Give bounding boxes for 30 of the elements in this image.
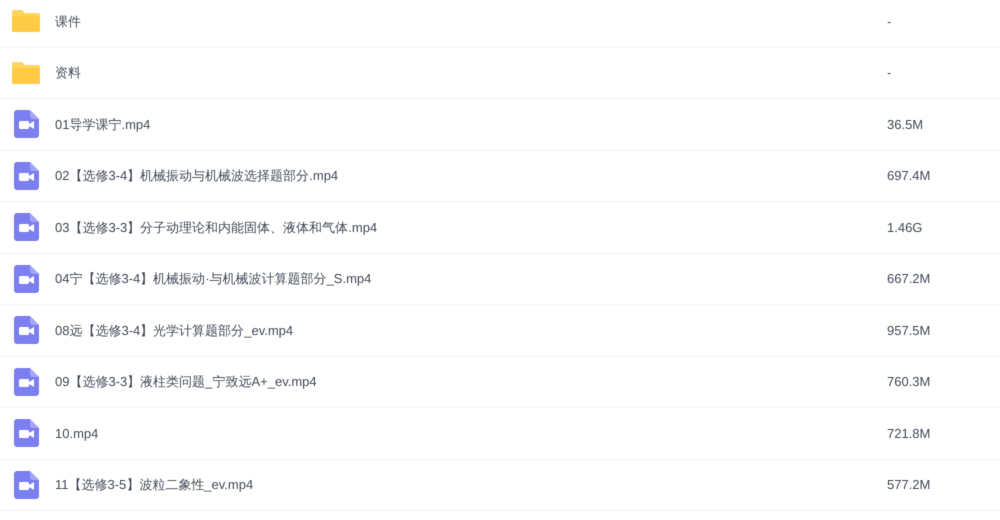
file-size: - bbox=[887, 64, 892, 82]
file-size: 721.8M bbox=[887, 424, 930, 442]
file-name[interactable]: 11【选修3-5】波粒二象性_ev.mp4 bbox=[55, 475, 887, 494]
folder-icon bbox=[11, 60, 41, 85]
file-size: 36.5M bbox=[887, 116, 924, 134]
folder-name[interactable]: 课件 bbox=[55, 12, 887, 31]
video-file-icon bbox=[14, 368, 39, 396]
file-size: 697.4M bbox=[887, 167, 930, 185]
file-name[interactable]: 10.mp4 bbox=[55, 424, 887, 443]
folder-icon bbox=[11, 9, 41, 34]
video-file-icon bbox=[14, 110, 39, 138]
file-name[interactable]: 09【选修3-3】液柱类问题_宁致远A+_ev.mp4 bbox=[55, 372, 887, 392]
file-size: 1.46G bbox=[887, 218, 922, 236]
file-name[interactable]: 03【选修3-3】分子动理论和内能固体、液体和气体.mp4 bbox=[55, 218, 887, 237]
video-file-icon bbox=[14, 470, 39, 499]
video-file-icon bbox=[14, 419, 39, 448]
folder-name[interactable]: 资料 bbox=[55, 63, 887, 82]
video-file-icon bbox=[14, 213, 39, 242]
file-name[interactable]: 08远【选修3-4】光学计算题部分_ev.mp4 bbox=[55, 320, 887, 340]
file-name[interactable]: 02【选修3-4】机械振动与机械波选择题部分.mp4 bbox=[55, 166, 887, 186]
file-name[interactable]: 04宁【选修3-4】机械振动·与机械波计算题部分_S.mp4 bbox=[55, 269, 887, 288]
video-file-icon bbox=[14, 162, 39, 190]
file-size: 957.5M bbox=[887, 322, 930, 340]
file-size: 577.2M bbox=[887, 476, 930, 494]
file-name[interactable]: 01导学课宁.mp4 bbox=[55, 114, 887, 134]
video-file-icon bbox=[14, 316, 39, 344]
file-size: - bbox=[887, 12, 892, 30]
video-file-icon bbox=[14, 264, 39, 293]
file-size: 760.3M bbox=[887, 373, 930, 391]
file-size: 667.2M bbox=[887, 270, 930, 288]
